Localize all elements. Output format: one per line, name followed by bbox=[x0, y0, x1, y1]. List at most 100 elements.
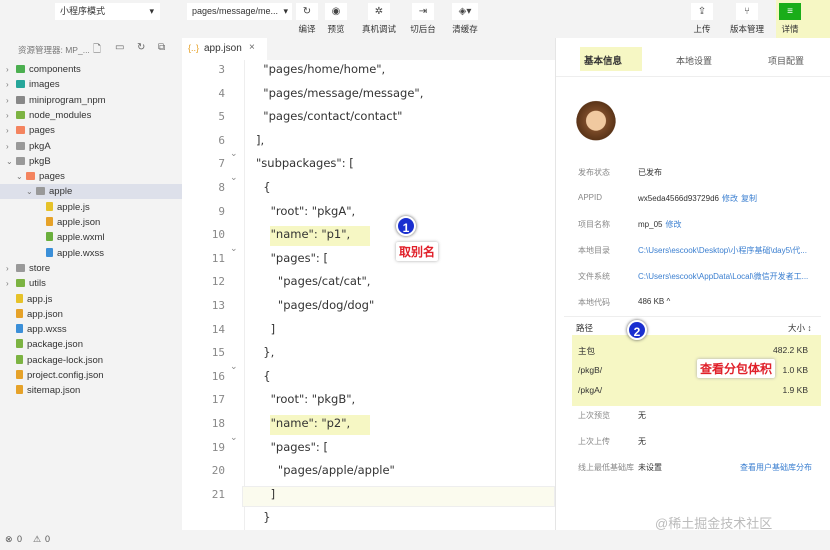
line-number: 14 bbox=[211, 322, 225, 336]
size-row-value: 1.9 KB bbox=[782, 385, 808, 395]
file-icon bbox=[46, 247, 53, 257]
upload-label: 上传 bbox=[693, 24, 711, 34]
detail-label: APPID bbox=[578, 193, 603, 202]
detail-value-text[interactable]: C:\Users\escook\Desktop\小程序基础\day5\代... bbox=[638, 246, 807, 255]
library-distribution-link[interactable]: 查看用户基础库分布 bbox=[740, 462, 812, 473]
tree-item-label: project.config.json bbox=[27, 370, 104, 381]
clear-cache-button[interactable]: ◈▾ bbox=[452, 3, 478, 20]
code-text: { bbox=[256, 180, 271, 194]
tree-item-label: app.js bbox=[27, 293, 53, 305]
code-text: "name": "p2", bbox=[256, 416, 351, 430]
file-icon bbox=[16, 324, 23, 334]
tree-item-utils[interactable]: › utils bbox=[0, 276, 182, 291]
chevron-right-icon: › bbox=[6, 141, 9, 151]
preview-button[interactable]: ◉ bbox=[325, 3, 347, 20]
current-line bbox=[242, 485, 555, 507]
tree-item-apple-js[interactable]: apple.js bbox=[0, 200, 182, 215]
line-number: 6 bbox=[218, 133, 225, 147]
tree-item-app-wxss[interactable]: app.wxss bbox=[0, 322, 182, 337]
tree-item-package-lock-json[interactable]: package-lock.json bbox=[0, 353, 182, 368]
warning-icon[interactable]: ⚠ bbox=[33, 534, 41, 545]
folder-icon bbox=[16, 279, 25, 288]
new-folder-icon[interactable]: ▭ bbox=[115, 42, 124, 53]
tree-item-label: app.wxss bbox=[27, 324, 67, 336]
tab-local-settings[interactable]: 本地设置 bbox=[676, 54, 712, 67]
line-number: 16 bbox=[211, 369, 225, 383]
detail-value-text[interactable]: C:\Users\escook\AppData\Local\微信开发者工... bbox=[638, 272, 808, 281]
detail-action-link[interactable]: 修改 bbox=[722, 194, 738, 203]
tree-item-package-json[interactable]: package.json bbox=[0, 337, 182, 352]
eye-icon: ◉ bbox=[331, 6, 341, 17]
fold-chevron-icon[interactable]: ⌄ bbox=[230, 172, 238, 183]
tab-project-config[interactable]: 项目配置 bbox=[768, 54, 804, 67]
annotation-badge-2: 2 bbox=[627, 320, 647, 340]
tree-item-pages[interactable]: ⌄ pages bbox=[0, 169, 182, 184]
detail-label: 上次预览 bbox=[578, 411, 610, 420]
tree-item-apple-wxml[interactable]: apple.wxml bbox=[0, 230, 182, 245]
code-text: ], bbox=[256, 132, 265, 147]
tree-item-sitemap-json[interactable]: sitemap.json bbox=[0, 383, 182, 398]
tab-basic-info[interactable]: 基本信息 bbox=[584, 53, 622, 67]
fold-chevron-icon[interactable]: ⌄ bbox=[230, 361, 238, 372]
tree-item-apple-wxss[interactable]: apple.wxss bbox=[0, 246, 182, 261]
mode-select[interactable]: 小程序模式 ▾ bbox=[55, 3, 160, 20]
tree-item-label: sitemap.json bbox=[27, 385, 81, 397]
page-select[interactable]: pages/message/me... ▾ bbox=[187, 3, 292, 20]
detail-action-link[interactable]: 修改 bbox=[665, 220, 681, 229]
remote-debug-button[interactable]: ✲ bbox=[368, 3, 390, 20]
folder-icon bbox=[16, 65, 25, 73]
tree-item-components[interactable]: › components bbox=[0, 62, 182, 77]
collapse-icon[interactable]: ⧉ bbox=[158, 42, 165, 53]
code-line: } bbox=[256, 510, 270, 524]
upload-button[interactable]: ⇪ bbox=[691, 3, 713, 20]
error-icon[interactable]: ⊗ bbox=[5, 534, 13, 545]
line-number: 5 bbox=[218, 110, 225, 124]
tree-item-project-config-json[interactable]: project.config.json bbox=[0, 368, 182, 383]
size-header[interactable]: 大小 ↕ bbox=[788, 322, 812, 334]
file-icon bbox=[46, 217, 53, 226]
folder-icon bbox=[16, 263, 25, 272]
tree-item-app-js[interactable]: app.js bbox=[0, 292, 182, 307]
indent-guide bbox=[244, 60, 245, 530]
version-button[interactable]: ⑂ bbox=[736, 3, 758, 20]
code-text: { bbox=[256, 368, 271, 383]
tree-item-store[interactable]: › store bbox=[0, 261, 182, 276]
file-icon bbox=[16, 354, 23, 364]
code-line: "pages/dog/dog" bbox=[256, 298, 374, 312]
tree-item-label: pages bbox=[29, 125, 55, 137]
detail-action-link[interactable]: 复制 bbox=[741, 194, 757, 203]
refresh-icon[interactable]: ↻ bbox=[137, 42, 145, 53]
new-file-icon[interactable]: 🗋 bbox=[93, 42, 101, 59]
folder-icon bbox=[16, 80, 25, 89]
detail-value-text: mp_05 bbox=[638, 220, 663, 229]
tree-item-pages[interactable]: › pages bbox=[0, 123, 182, 138]
tree-item-label: app.json bbox=[27, 308, 63, 320]
tree-item-label: package.json bbox=[27, 339, 83, 351]
tree-item-images[interactable]: › images bbox=[0, 77, 182, 92]
tree-item-node-modules[interactable]: › node_modules bbox=[0, 108, 182, 123]
tree-item-pkgB[interactable]: ⌄ pkgB bbox=[0, 154, 182, 169]
background-button[interactable]: ⇥ bbox=[412, 3, 434, 20]
code-text: "pages/contact/contact" bbox=[256, 109, 403, 124]
code-editor[interactable]: 3 "pages/home/home", 4 "pages/message/mes… bbox=[182, 60, 555, 530]
folder-icon bbox=[16, 95, 25, 104]
tree-item-label: pkgB bbox=[29, 155, 51, 167]
tree-item-pkgA[interactable]: › pkgA bbox=[0, 139, 182, 154]
compile-button[interactable]: ↻ bbox=[296, 3, 318, 20]
tree-item-label: components bbox=[29, 64, 81, 75]
fold-chevron-icon[interactable]: ⌄ bbox=[230, 432, 238, 443]
details-button[interactable]: ≡ bbox=[779, 3, 801, 20]
detail-value: 未设置 bbox=[638, 463, 662, 472]
tree-item-miniprogram-npm[interactable]: › miniprogram_npm bbox=[0, 93, 182, 108]
tree-item-apple-json[interactable]: apple.json bbox=[0, 215, 182, 230]
explorer-header: 资源管理器: MP_... 🗋 ▭ ↻ ⧉ {..} app.json × bbox=[0, 38, 555, 60]
tree-item-app-json[interactable]: app.json bbox=[0, 307, 182, 322]
tree-item-label: package-lock.json bbox=[27, 354, 104, 366]
detail-label: 文件系统 bbox=[578, 272, 610, 281]
tree-item-apple[interactable]: ⌄ apple bbox=[0, 184, 182, 200]
close-icon[interactable]: × bbox=[249, 42, 255, 53]
tab-app-json[interactable]: {..} app.json × bbox=[182, 38, 267, 60]
fold-chevron-icon[interactable]: ⌄ bbox=[230, 148, 238, 159]
annotation-badge-1: 1 bbox=[396, 216, 416, 236]
fold-chevron-icon[interactable]: ⌄ bbox=[230, 243, 238, 254]
